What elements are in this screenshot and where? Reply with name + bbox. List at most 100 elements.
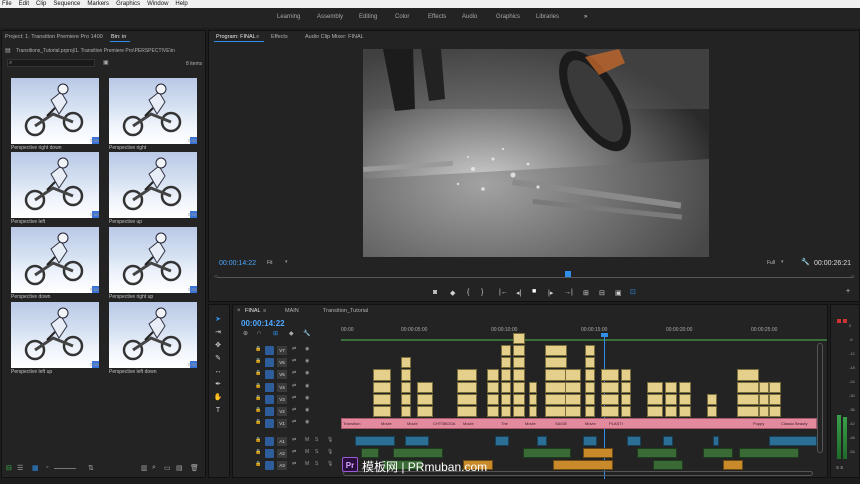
linked-selection-icon[interactable]: ⊞ xyxy=(273,330,278,337)
timeline-timecode[interactable]: 00:00:14:22 xyxy=(241,319,285,328)
mark-in-icon[interactable]: { xyxy=(467,289,469,296)
adjustment-clip[interactable] xyxy=(585,369,595,381)
adjustment-clip[interactable] xyxy=(501,381,511,393)
search-input[interactable]: ⌕ xyxy=(7,59,95,67)
adjustment-clip[interactable] xyxy=(647,381,663,393)
adjustment-clip[interactable] xyxy=(769,393,781,405)
source-patch[interactable] xyxy=(265,358,274,368)
v1-clip-label[interactable]: Movie xyxy=(407,421,418,426)
workspace-audio[interactable]: Audio xyxy=(462,14,477,20)
adjustment-clip[interactable] xyxy=(665,406,677,418)
solo-buttons[interactable]: S S xyxy=(836,465,843,470)
lock-icon[interactable]: 🔒 xyxy=(255,407,261,413)
adjustment-clip[interactable] xyxy=(647,393,663,405)
clip-thumbnail[interactable] xyxy=(11,302,99,368)
adjustment-clip[interactable] xyxy=(565,381,581,393)
lift-icon[interactable]: ⊞ xyxy=(583,289,589,297)
nest-icon[interactable]: ⊕ xyxy=(243,330,248,337)
adjustment-clip[interactable] xyxy=(457,369,477,381)
workspace-editing[interactable]: Editing xyxy=(359,14,377,20)
track-name[interactable]: V2 xyxy=(277,407,287,416)
adjustment-clip[interactable] xyxy=(545,369,567,381)
step-back-icon[interactable]: ◂| xyxy=(516,289,521,297)
list-view-icon[interactable]: ☰ xyxy=(17,464,23,472)
go-to-in-icon[interactable]: |← xyxy=(499,289,508,296)
adjustment-clip[interactable] xyxy=(501,406,511,418)
clip-thumbnail[interactable] xyxy=(11,227,99,293)
audio-clip[interactable] xyxy=(405,436,429,447)
solo-button[interactable]: S xyxy=(315,461,318,467)
menu-help[interactable]: Help xyxy=(175,0,187,8)
track-name[interactable]: V5 xyxy=(277,370,287,380)
clip-thumbnail[interactable] xyxy=(109,78,197,144)
workspace-assembly[interactable]: Assembly xyxy=(317,14,343,20)
adjustment-clip[interactable] xyxy=(545,357,567,369)
adjustment-clip[interactable] xyxy=(501,369,511,381)
adjustment-clip[interactable] xyxy=(601,393,619,405)
pen-tool-icon[interactable]: ✒ xyxy=(212,380,224,390)
tab-transition-tutorial[interactable]: Transition_Tutorial xyxy=(323,308,368,314)
adjustment-clip[interactable] xyxy=(565,406,581,418)
track-name[interactable]: A2 xyxy=(277,449,287,459)
microphone-icon[interactable]: 🎙 xyxy=(327,437,333,443)
source-patch[interactable] xyxy=(265,461,274,471)
adjustment-clip[interactable] xyxy=(513,357,525,369)
adjustment-clip[interactable] xyxy=(487,381,499,393)
adjustment-clip[interactable] xyxy=(621,406,631,418)
find-icon[interactable]: ⌕ xyxy=(152,464,156,472)
menu-window[interactable]: Window xyxy=(147,0,168,8)
adjustment-clip[interactable] xyxy=(373,381,391,393)
adjustment-clip[interactable] xyxy=(601,406,619,418)
audio-clip[interactable] xyxy=(723,460,743,471)
sync-lock-icon[interactable]: ⇄ xyxy=(292,449,296,455)
audio-clip[interactable] xyxy=(739,448,799,459)
eye-icon[interactable]: ◉ xyxy=(305,370,309,376)
mute-button[interactable]: M xyxy=(305,437,309,443)
adjustment-clip[interactable] xyxy=(585,357,595,369)
eye-icon[interactable]: ◉ xyxy=(305,346,309,352)
camera-icon[interactable]: ◙ xyxy=(433,289,437,296)
time-ruler[interactable]: 00:00 00:00:05:00 00:00:10:00 00:00:15:00 00… xyxy=(341,325,827,339)
adjustment-clip[interactable] xyxy=(759,406,769,418)
source-patch[interactable] xyxy=(265,394,274,404)
adjustment-clip[interactable] xyxy=(373,393,391,405)
microphone-icon[interactable]: 🎙 xyxy=(327,461,333,467)
icon-view-icon[interactable]: ▦ xyxy=(32,464,39,472)
track-name[interactable]: V4 xyxy=(277,382,287,392)
lock-icon[interactable]: 🔒 xyxy=(255,437,261,443)
clip-thumbnail[interactable] xyxy=(109,227,197,293)
adjustment-clip[interactable] xyxy=(565,393,581,405)
adjustment-clip[interactable] xyxy=(769,406,781,418)
sync-lock-icon[interactable]: ⇄ xyxy=(292,383,296,389)
menu-sequence[interactable]: Sequence xyxy=(53,0,80,8)
lock-icon[interactable]: 🔒 xyxy=(255,419,261,425)
tab-main[interactable]: MAIN xyxy=(285,308,299,314)
source-patch[interactable] xyxy=(265,407,274,416)
zoom-out-icon[interactable]: ◦ xyxy=(46,464,48,471)
adjustment-clip[interactable] xyxy=(545,406,567,418)
track-name[interactable]: V3 xyxy=(277,394,287,404)
menu-file[interactable]: File xyxy=(2,0,12,8)
sync-lock-icon[interactable]: ⇄ xyxy=(292,395,296,401)
adjustment-clip[interactable] xyxy=(737,369,759,381)
tab-audio-clip-mixer[interactable]: Audio Clip Mixer: FINAL xyxy=(305,34,364,40)
adjustment-clip[interactable] xyxy=(529,393,537,405)
v1-clip-label[interactable]: Movie xyxy=(381,421,392,426)
audio-clip[interactable] xyxy=(537,436,547,447)
lock-icon[interactable]: 🔒 xyxy=(255,461,261,467)
v1-clip-label[interactable]: The xyxy=(501,421,508,426)
v1-clip-label[interactable]: Classic Beauty xyxy=(781,421,807,426)
adjustment-clip[interactable] xyxy=(501,345,511,357)
adjustment-clip[interactable] xyxy=(401,369,411,381)
comparison-view-icon[interactable]: ⊡ xyxy=(630,288,636,296)
lock-icon[interactable]: 🔒 xyxy=(255,383,261,389)
v1-clip-label[interactable]: Puppy xyxy=(753,421,764,426)
adjustment-clip[interactable] xyxy=(457,381,477,393)
source-patch[interactable] xyxy=(265,346,274,355)
adjustment-clip[interactable] xyxy=(679,406,691,418)
track-name[interactable]: V6 xyxy=(277,358,287,368)
adjustment-clip[interactable] xyxy=(545,393,567,405)
audio-clip[interactable] xyxy=(355,436,395,447)
new-bin-icon[interactable]: ▣ xyxy=(103,59,109,66)
sort-icon[interactable]: ⇅ xyxy=(88,464,94,472)
